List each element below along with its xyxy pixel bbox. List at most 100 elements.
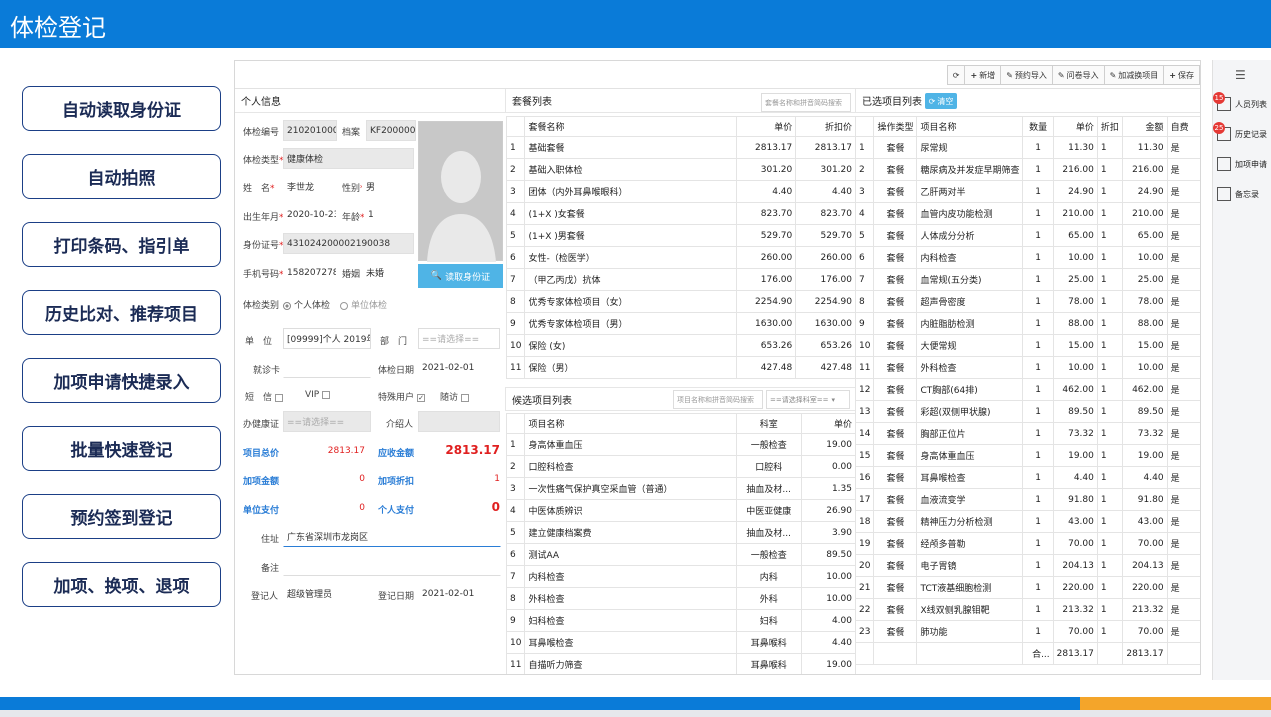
candidate-row[interactable]: 8 外科检查 外科 10.00	[506, 587, 856, 610]
questionnaire-import-button[interactable]: ✎ 问卷导入	[1051, 65, 1105, 85]
selected-row[interactable]: 5 套餐 人体成分分析 1 65.00 1 65.00 是	[855, 224, 1200, 247]
selected-row[interactable]: 1 套餐 尿常规 1 11.30 1 11.30 是	[855, 136, 1200, 159]
unit-select[interactable]: [09999]个人 2019年...	[283, 328, 371, 349]
exam-type-select[interactable]: 健康体检	[283, 148, 414, 169]
special-user-checkbox[interactable]: ✓	[417, 393, 426, 402]
package-row[interactable]: 3 团体（内外耳鼻喉眼科） 4.40 4.40	[506, 180, 856, 203]
new-button[interactable]: + 新增	[964, 65, 1002, 85]
package-row[interactable]: 8 优秀专家体检项目（女） 2254.90 2254.90	[506, 290, 856, 313]
package-row[interactable]: 7 （甲乙丙戊）抗体 176.00 176.00	[506, 268, 856, 291]
selected-row[interactable]: 2 套餐 糖尿病及并发症早期筛查 1 216.00 1 216.00 是	[855, 158, 1200, 181]
package-row[interactable]: 11 保险（男） 427.48 427.48	[506, 356, 856, 379]
appointment-import-button[interactable]: ✎ 预约导入	[1000, 65, 1053, 85]
selected-row[interactable]: 3 套餐 乙肝两对半 1 24.90 1 24.90 是	[855, 180, 1200, 203]
birth-field[interactable]: 2020-10-23	[283, 204, 337, 225]
package-row[interactable]: 9 优秀专家体检项目（男） 1630.00 1630.00	[506, 312, 856, 335]
selected-row[interactable]: 15 套餐 身高体重血压 1 19.00 1 19.00 是	[855, 444, 1200, 467]
refresh-button[interactable]: ⟳	[946, 65, 966, 85]
selected-row[interactable]: 8 套餐 超声骨密度 1 78.00 1 78.00 是	[855, 290, 1200, 313]
sidebar-item[interactable]: 加项申请	[1217, 152, 1271, 176]
archive-field[interactable]: KF20000028	[366, 120, 416, 141]
table-cell: 精神压力分析检测	[916, 510, 1024, 533]
selected-row[interactable]: 4 套餐 血管内皮功能检测 1 210.00 1 210.00 是	[855, 202, 1200, 225]
add-change-items-button[interactable]: ✎ 加减换项目	[1103, 65, 1165, 85]
phone-field[interactable]: 15820727899	[283, 262, 337, 283]
candidate-search-input[interactable]: 项目名称和拼音简码搜索	[673, 390, 763, 409]
table-cell: 3.90	[800, 521, 856, 544]
selected-row[interactable]: 22 套餐 X线双侧乳腺钼靶 1 213.32 1 213.32 是	[855, 598, 1200, 621]
name-field[interactable]: 李世龙	[283, 176, 337, 197]
dept-select[interactable]: ==请选择==	[418, 328, 500, 349]
selected-row[interactable]: 9 套餐 内脏脂肪检测 1 88.00 1 88.00 是	[855, 312, 1200, 335]
selected-row[interactable]: 12 套餐 CT胸部(64排) 1 462.00 1 462.00 是	[855, 378, 1200, 401]
sidebar-item[interactable]: 15 人员列表	[1213, 92, 1271, 116]
category-personal-radio[interactable]: 个人体检	[283, 298, 330, 311]
table-cell: 14	[855, 422, 875, 445]
sms-checkbox[interactable]	[275, 393, 284, 402]
marital-select[interactable]: 未婚	[362, 262, 414, 283]
menu-icon[interactable]: ☰	[1235, 68, 1246, 82]
visit-card-field[interactable]	[283, 357, 371, 378]
candidate-row[interactable]: 9 妇科检查 妇科 4.00	[506, 609, 856, 632]
referrer-field[interactable]	[418, 411, 500, 432]
id-number-field[interactable]: 431024200002190038	[283, 233, 414, 254]
table-cell: 中医体质辨识	[524, 499, 737, 522]
package-row[interactable]: 2 基础入职体检 301.20 301.20	[506, 158, 856, 181]
vip-checkbox[interactable]	[322, 390, 331, 399]
phone-label: 手机号码*	[243, 270, 284, 280]
selected-row[interactable]: 17 套餐 血液流变学 1 91.80 1 91.80 是	[855, 488, 1200, 511]
address-label: 住址	[261, 535, 280, 545]
selected-row[interactable]: 13 套餐 彩超(双侧甲状腺) 1 89.50 1 89.50 是	[855, 400, 1200, 423]
package-row[interactable]: 1 基础套餐 2813.17 2813.17	[506, 136, 856, 159]
photo-placeholder[interactable]	[418, 121, 503, 262]
candidate-row[interactable]: 5 建立健康档案费 抽血及材... 3.90	[506, 521, 856, 544]
candidate-row[interactable]: 7 内科检查 内科 10.00	[506, 565, 856, 588]
follow-checkbox[interactable]	[461, 393, 470, 402]
package-row[interactable]: 10 保险 (女) 653.26 653.26	[506, 334, 856, 357]
table-cell: 16	[855, 466, 875, 489]
selected-row[interactable]: 6 套餐 内科检查 1 10.00 1 10.00 是	[855, 246, 1200, 269]
package-search-input[interactable]: 套餐名称和拼音简码搜索	[761, 93, 851, 112]
candidate-row[interactable]: 11 自描听力筛查 耳鼻喉科 19.00	[506, 653, 856, 674]
selected-row[interactable]: 11 套餐 外科检查 1 10.00 1 10.00 是	[855, 356, 1200, 379]
candidate-dept-select[interactable]: ==请选择科室== ▾	[766, 390, 850, 409]
selected-row[interactable]: 7 套餐 血常规(五分类) 1 25.00 1 25.00 是	[855, 268, 1200, 291]
table-cell: 11	[855, 356, 875, 379]
table-cell: 462.00	[1052, 378, 1098, 401]
read-id-card-button[interactable]: 🔍 读取身份证	[418, 264, 503, 288]
table-cell: 1	[1096, 136, 1124, 159]
table-cell: 4.40	[795, 180, 856, 203]
selected-row[interactable]: 21 套餐 TCT液基细胞检测 1 220.00 1 220.00 是	[855, 576, 1200, 599]
candidate-row[interactable]: 4 中医体质辨识 中医亚健康 26.90	[506, 499, 856, 522]
selected-row[interactable]: 10 套餐 大便常规 1 15.00 1 15.00 是	[855, 334, 1200, 357]
selected-row[interactable]: 16 套餐 耳鼻喉检查 1 4.40 1 4.40 是	[855, 466, 1200, 489]
sidebar-item[interactable]: 备忘录	[1217, 182, 1271, 206]
selected-row[interactable]: 20 套餐 电子胃镜 1 204.13 1 204.13 是	[855, 554, 1200, 577]
candidate-row[interactable]: 3 一次性痛气保护真空采血管（普通） 抽血及材... 1.35	[506, 477, 856, 500]
package-row[interactable]: 6 女性-（检医学） 260.00 260.00	[506, 246, 856, 269]
sidebar-item[interactable]: 25 历史记录	[1213, 122, 1271, 146]
exam-date-field[interactable]: 2021-02-01	[418, 357, 500, 378]
candidate-row[interactable]: 6 测试AA 一般检查 89.50	[506, 543, 856, 566]
registrar-field[interactable]: 超级管理员	[283, 583, 371, 604]
address-field[interactable]: 广东省深圳市龙岗区	[283, 526, 501, 547]
reg-date-field[interactable]: 2021-02-01	[418, 583, 500, 604]
package-row[interactable]: 5 (1+X )男套餐 529.70 529.70	[506, 224, 856, 247]
category-unit-radio[interactable]: 单位体检	[340, 298, 387, 311]
selected-row[interactable]: 14 套餐 胸部正位片 1 73.32 1 73.32 是	[855, 422, 1200, 445]
candidate-row[interactable]: 2 口腔科检查 口腔科 0.00	[506, 455, 856, 478]
candidate-row[interactable]: 1 身高体重血压 一般检查 19.00	[506, 433, 856, 456]
gender-select[interactable]: 男	[362, 176, 414, 197]
health-cert-select[interactable]: ==请选择==	[283, 411, 371, 432]
save-button[interactable]: + 保存	[1163, 65, 1200, 85]
candidate-row[interactable]: 10 耳鼻喉检查 耳鼻喉科 4.40	[506, 631, 856, 654]
age-field[interactable]: 1	[364, 204, 414, 225]
note-field[interactable]	[283, 555, 501, 576]
table-cell: 220.00	[1052, 576, 1098, 599]
selected-row[interactable]: 18 套餐 精神压力分析检测 1 43.00 1 43.00 是	[855, 510, 1200, 533]
selected-row[interactable]: 19 套餐 经颅多普勒 1 70.00 1 70.00 是	[855, 532, 1200, 555]
clear-button[interactable]: ⟳ 清空	[925, 93, 957, 109]
package-row[interactable]: 4 (1+X )女套餐 823.70 823.70	[506, 202, 856, 225]
exam-no-field[interactable]: 2102010001	[283, 120, 337, 141]
selected-row[interactable]: 23 套餐 肺功能 1 70.00 1 70.00 是	[855, 620, 1200, 643]
